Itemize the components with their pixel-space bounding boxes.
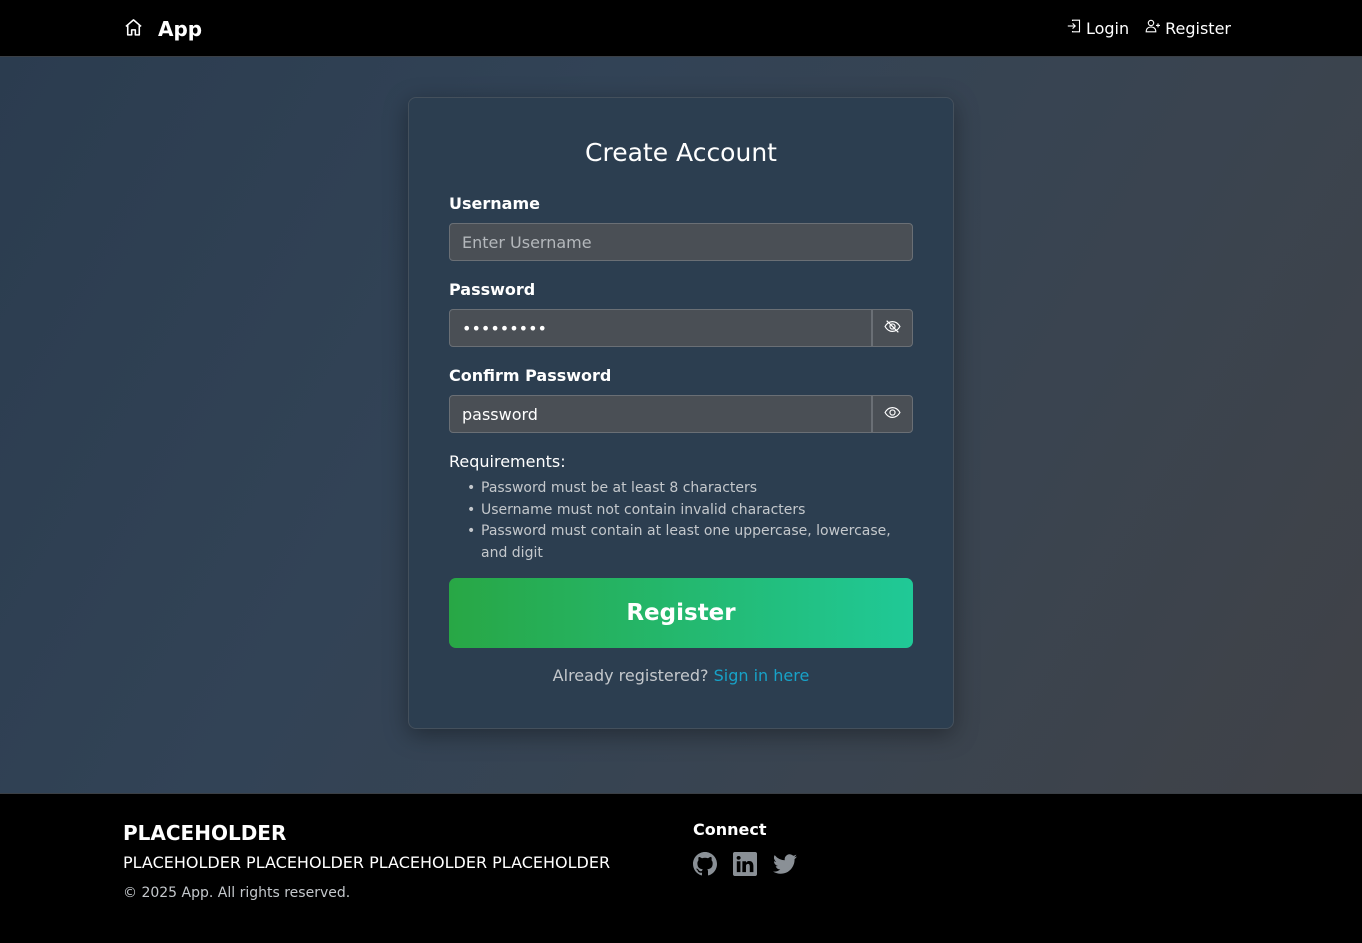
- nav-login-label: Login: [1085, 18, 1130, 38]
- connect-title: Connect: [693, 820, 767, 839]
- username-label: Username: [449, 194, 540, 213]
- brand-name: App: [158, 17, 203, 41]
- eye-slash-icon: [884, 318, 901, 339]
- signin-link[interactable]: Sign in here: [714, 666, 810, 685]
- nav-login-link[interactable]: Login: [1066, 18, 1129, 38]
- username-input[interactable]: [449, 223, 913, 261]
- confirm-password-label: Confirm Password: [449, 366, 612, 385]
- nav-register-label: Register: [1165, 18, 1231, 38]
- brand-link[interactable]: App: [123, 16, 202, 42]
- requirements-list: Password must be at least 8 characters U…: [449, 478, 913, 564]
- password-label: Password: [449, 280, 536, 299]
- footer-brand: PLACEHOLDER: [123, 821, 287, 845]
- user-plus-icon: [1145, 18, 1161, 38]
- footer: PLACEHOLDER PLACEHOLDER PLACEHOLDER PLAC…: [0, 793, 1362, 943]
- signin-prompt-line: Already registered? Sign in here: [409, 666, 953, 685]
- requirements-title: Requirements:: [449, 452, 566, 471]
- register-card: Create Account Username Password Confirm…: [408, 97, 954, 729]
- eye-icon: [884, 404, 901, 425]
- house-icon: [123, 17, 144, 42]
- signin-prompt: Already registered?: [552, 666, 709, 685]
- footer-copyright: © 2025 App. All rights reserved.: [123, 885, 351, 901]
- requirement-item: Username must not contain invalid charac…: [449, 500, 913, 522]
- password-field-group: [449, 309, 913, 347]
- footer-description: PLACEHOLDER PLACEHOLDER PLACEHOLDER PLAC…: [123, 853, 611, 872]
- confirm-password-input[interactable]: [449, 395, 872, 433]
- page-title: Create Account: [585, 138, 777, 167]
- nav-register-link[interactable]: Register: [1145, 18, 1231, 38]
- linkedin-icon[interactable]: [733, 852, 757, 876]
- password-visibility-toggle[interactable]: [872, 309, 913, 347]
- requirement-item: Password must contain at least one upper…: [449, 521, 913, 564]
- login-icon: [1066, 18, 1082, 38]
- github-icon[interactable]: [693, 852, 717, 876]
- nav-links: Login Register: [1066, 18, 1231, 38]
- confirm-password-visibility-toggle[interactable]: [872, 395, 913, 433]
- navbar: App Login Register: [0, 0, 1362, 57]
- password-input[interactable]: [449, 309, 872, 347]
- main-content: Create Account Username Password Confirm…: [0, 57, 1362, 793]
- requirement-item: Password must be at least 8 characters: [449, 478, 913, 500]
- social-links: [693, 852, 797, 876]
- twitter-icon[interactable]: [773, 852, 797, 876]
- register-button[interactable]: Register: [449, 578, 913, 648]
- confirm-password-field-group: [449, 395, 913, 433]
